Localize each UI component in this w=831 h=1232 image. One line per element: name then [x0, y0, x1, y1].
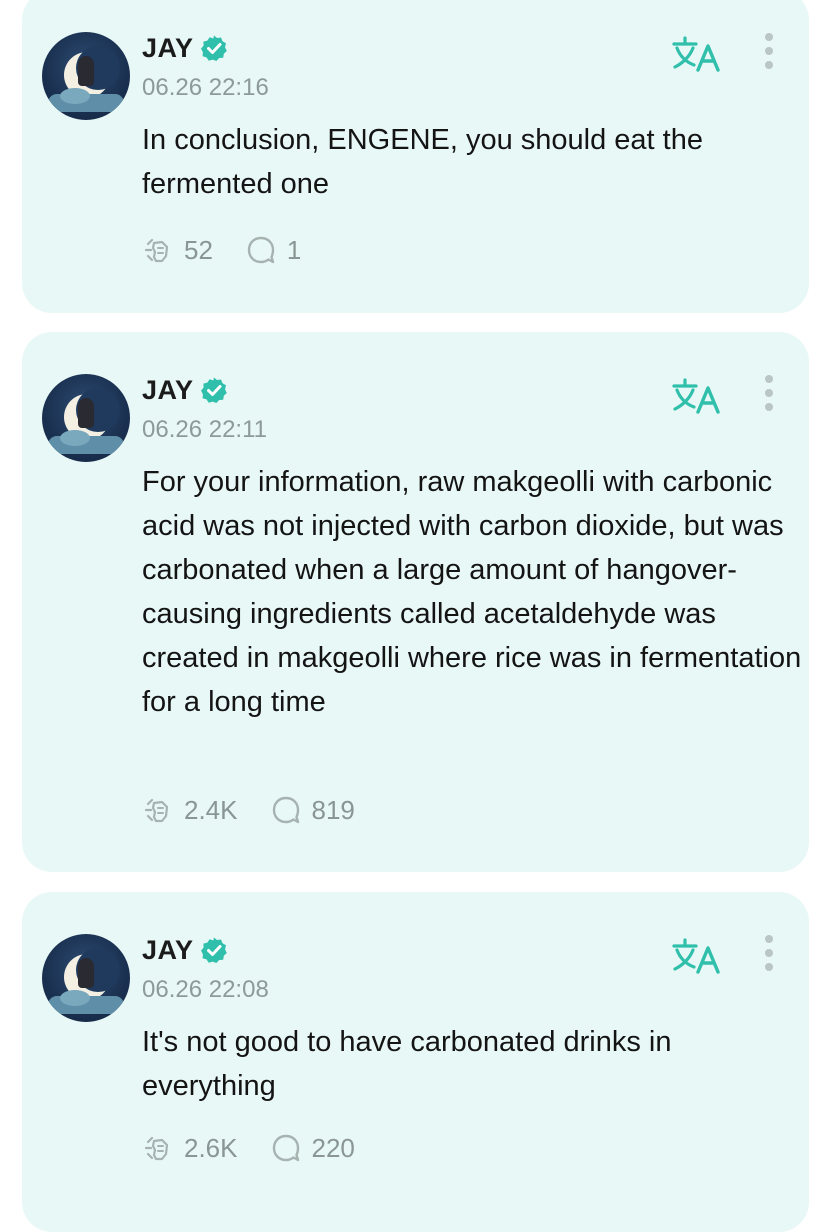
post-card[interactable]: JAY 06.26 22:08 It's not good to have ca… — [22, 892, 809, 1232]
like-count: 2.6K — [184, 1132, 238, 1163]
avatar[interactable] — [42, 32, 130, 120]
author-name[interactable]: JAY — [142, 935, 194, 966]
post-card[interactable]: JAY 06.26 22:16 In conclusion, ENGENE, y… — [22, 0, 809, 313]
avatar-figure — [78, 56, 94, 86]
verified-badge-icon — [200, 377, 227, 403]
post-text: For your information, raw makgeolli with… — [142, 466, 802, 718]
author-name[interactable]: JAY — [142, 33, 194, 64]
avatar-cloud — [60, 990, 90, 1006]
comment-count: 819 — [311, 794, 355, 825]
post-card[interactable]: JAY 06.26 22:11 For your information, ra… — [22, 332, 809, 872]
avatar-figure — [78, 398, 94, 428]
verified-badge-icon — [200, 35, 227, 61]
post-text: It's not good to have carbonated drinks … — [142, 1026, 672, 1102]
post-stats: 2.4K 819 — [142, 792, 355, 828]
avatar-figure — [78, 958, 94, 988]
more-options-icon[interactable] — [764, 374, 774, 412]
comment-icon[interactable] — [245, 234, 277, 266]
like-count: 52 — [184, 234, 213, 265]
author-row: JAY — [142, 374, 228, 406]
more-options-icon[interactable] — [764, 32, 774, 70]
translate-icon[interactable] — [670, 34, 724, 74]
author-row: JAY — [142, 934, 228, 966]
like-icon[interactable] — [142, 234, 174, 266]
post-stats: 52 1 — [142, 232, 301, 268]
comment-icon[interactable] — [270, 794, 302, 826]
author-row: JAY — [142, 32, 228, 64]
avatar-cloud — [60, 88, 90, 104]
comment-count: 1 — [286, 234, 302, 265]
comment-icon[interactable] — [270, 1132, 302, 1164]
post-timestamp: 06.26 22:11 — [142, 416, 268, 443]
post-timestamp: 06.26 22:08 — [142, 976, 269, 1003]
translate-icon[interactable] — [670, 936, 724, 976]
like-icon[interactable] — [142, 794, 174, 826]
like-count: 2.4K — [184, 794, 238, 825]
author-name[interactable]: JAY — [142, 375, 194, 406]
verified-badge-icon — [200, 937, 227, 963]
more-options-icon[interactable] — [764, 934, 774, 972]
avatar[interactable] — [42, 934, 130, 1022]
translate-icon[interactable] — [670, 376, 724, 416]
post-text: In conclusion, ENGENE, you should eat th… — [142, 124, 703, 200]
avatar[interactable] — [42, 374, 130, 462]
post-timestamp: 06.26 22:16 — [142, 74, 269, 101]
comment-count: 220 — [311, 1132, 355, 1163]
post-stats: 2.6K 220 — [142, 1130, 355, 1166]
like-icon[interactable] — [142, 1132, 174, 1164]
avatar-cloud — [60, 430, 90, 446]
